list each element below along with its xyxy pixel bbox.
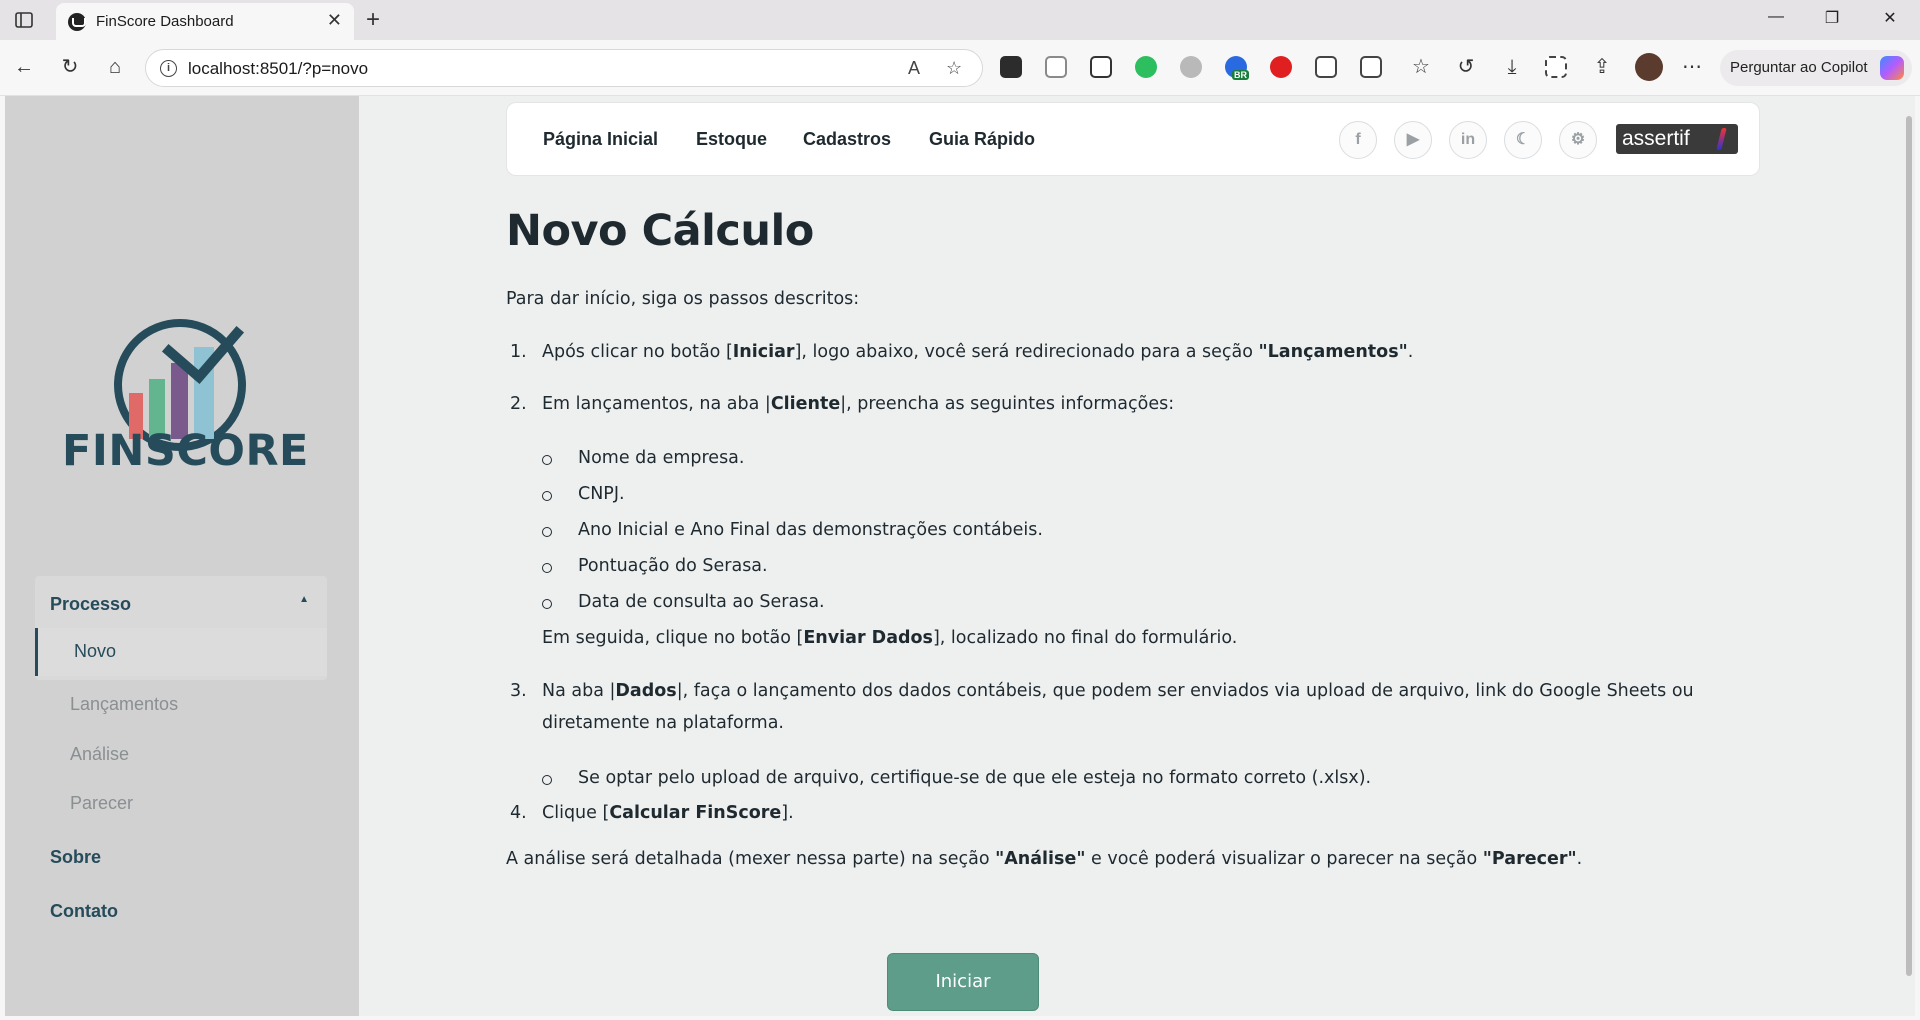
screenshot-icon[interactable] [1545,56,1567,78]
step-text: Clique [Calcular FinScore]. [542,803,794,823]
sidebar-item-sobre[interactable]: Sobre [50,847,101,868]
share-icon[interactable]: ⇪ [1590,55,1614,79]
site-favicon-icon [68,13,86,31]
copilot-label: Perguntar ao Copilot [1730,59,1868,76]
read-aloud-icon[interactable]: A [908,58,920,79]
extension-gray-icon[interactable] [1180,56,1202,78]
home-icon[interactable]: ⌂ [103,55,127,79]
extension-icon[interactable] [1000,56,1022,78]
page-scrollbar[interactable] [1906,116,1912,976]
logo-wordmark: FINSCORE [62,426,309,476]
menu-group-processo: Processo ▲ Novo [35,576,327,680]
tab-title: FinScore Dashboard [96,13,234,30]
nav-link-guia-rapido[interactable]: Guia Rápido [929,129,1035,150]
list-item: Data de consulta ao Serasa. [542,592,825,612]
copilot-icon [1880,56,1904,80]
tab-actions-icon[interactable] [14,10,34,30]
step-number: 2. [510,394,527,414]
browser-toolbar: ← ↻ ⌂ i localhost:8501/?p=novo A ☆ BR ☆ … [0,40,1920,96]
restore-icon[interactable]: ❐ [1822,8,1842,28]
menu-group-label[interactable]: Processo [50,594,131,615]
minimize-icon[interactable]: — [1766,8,1786,26]
moon-icon[interactable]: ☾ [1504,121,1542,159]
step-number: 3. [510,681,527,701]
address-bar[interactable]: i localhost:8501/?p=novo A ☆ [145,49,983,87]
page-title: Novo Cálculo [506,206,814,256]
sidebar: FINSCORE Processo ▲ Novo Lançamentos Aná… [5,96,359,1016]
collapse-caret-icon[interactable]: ▲ [299,594,309,605]
list-item: Nome da empresa. [541,448,745,468]
browser-tab[interactable]: FinScore Dashboard ✕ [56,3,354,40]
closing-text: A análise será detalhada (mexer nessa pa… [506,849,1583,869]
sidebar-item-novo[interactable]: Novo [35,628,327,676]
sidebar-item-label: Novo [74,641,117,661]
list-item: Se optar pelo upload de arquivo, certifi… [541,768,1372,788]
downloads-icon[interactable]: ⤓ [1500,55,1524,79]
new-tab-icon[interactable]: + [366,6,380,34]
extension-badge: BR [1232,70,1249,80]
step-text: Em lançamentos, na aba |Cliente|, preenc… [542,394,1175,414]
window-close-icon[interactable]: ✕ [1880,8,1900,28]
linkedin-icon[interactable]: in [1449,121,1487,159]
sidebar-item-contato[interactable]: Contato [50,901,118,922]
step-number: 4. [510,803,527,823]
list-item: Pontuação do Serasa. [542,556,768,576]
history-icon[interactable]: ↺ [1454,55,1478,79]
assertif-brand-logo[interactable]: assertif [1616,124,1738,154]
main-area: Página Inicial Estoque Cadastros Guia Rá… [359,96,1915,1016]
evernote-icon[interactable] [1135,56,1157,78]
list-item: CNPJ. [542,484,625,504]
nav-link-estoque[interactable]: Estoque [696,129,767,150]
back-icon[interactable]: ← [12,55,36,79]
adblock-icon[interactable] [1270,56,1292,78]
close-tab-icon[interactable]: ✕ [327,10,342,31]
browser-tabbar: FinScore Dashboard ✕ + — ❐ ✕ [0,0,1920,40]
intro-text: Para dar início, siga os passos descrito… [506,289,860,309]
sidebar-item-parecer[interactable]: Parecer [70,793,133,814]
nav-link-pagina-inicial[interactable]: Página Inicial [543,129,658,150]
top-navbar: Página Inicial Estoque Cadastros Guia Rá… [506,102,1760,176]
copilot-button[interactable]: Perguntar ao Copilot [1720,50,1912,86]
refresh-icon[interactable]: ↻ [58,55,82,79]
brand-mark-icon [1716,128,1727,150]
gear-icon[interactable]: ⚙ [1559,121,1597,159]
list-item: Ano Inicial e Ano Final das demonstraçõe… [542,520,1043,540]
step-text: Após clicar no botão [Iniciar], logo aba… [542,342,1414,362]
favorite-star-icon[interactable]: ☆ [946,58,962,79]
step-2-followup: Em seguida, clique no botão [Enviar Dado… [542,628,1238,648]
extensions-puzzle-icon[interactable] [1315,56,1337,78]
brand-label: assertif [1622,127,1690,150]
more-menu-icon[interactable]: ⋯ [1680,55,1704,79]
address-url: localhost:8501/?p=novo [188,59,369,78]
iniciar-button[interactable]: Iniciar [887,953,1039,1011]
youtube-icon[interactable]: ▶ [1394,121,1432,159]
step-text: Na aba |Dados|, faça o lançamento dos da… [542,681,1694,733]
page-viewport: FINSCORE Processo ▲ Novo Lançamentos Aná… [5,96,1915,1016]
favorites-icon[interactable]: ☆ [1409,55,1433,79]
document-icon[interactable] [1045,56,1067,78]
sidebar-item-analise[interactable]: Análise [70,744,129,765]
facebook-icon[interactable]: f [1339,121,1377,159]
split-screen-icon[interactable] [1360,56,1382,78]
site-info-icon[interactable]: i [160,60,177,77]
sidebar-item-lancamentos[interactable]: Lançamentos [70,694,178,715]
step-number: 1. [510,342,527,362]
profile-avatar[interactable] [1635,53,1663,81]
picture-in-picture-icon[interactable] [1090,56,1112,78]
nav-link-cadastros[interactable]: Cadastros [803,129,891,150]
